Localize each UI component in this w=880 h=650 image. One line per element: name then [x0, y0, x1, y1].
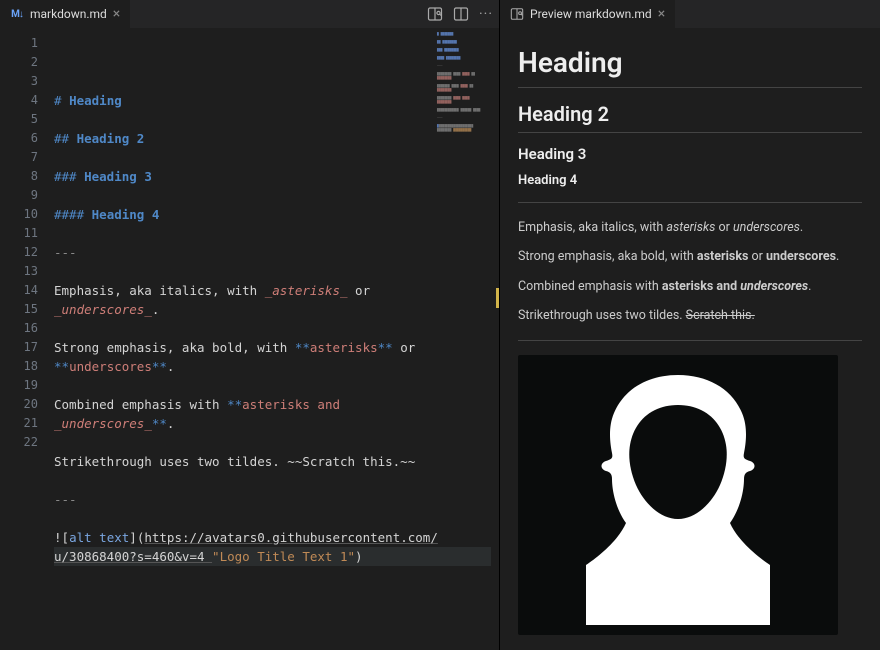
preview-h1: Heading	[518, 46, 862, 88]
code-line[interactable]	[54, 566, 491, 585]
code-line[interactable]	[54, 224, 491, 243]
preview-h3: Heading 3	[518, 145, 862, 163]
code-line[interactable]	[54, 186, 491, 205]
code-line[interactable]: #### Heading 4	[54, 205, 491, 224]
preview-tabbar: Preview markdown.md ×	[500, 0, 880, 28]
line-number-gutter: 12345678910111213141516171819202122	[0, 28, 48, 650]
code-line[interactable]	[54, 471, 491, 490]
open-preview-side-icon[interactable]	[427, 6, 443, 22]
close-icon[interactable]: ×	[113, 7, 120, 21]
preview-p-emphasis: Emphasis, aka italics, with asterisks or…	[518, 217, 862, 238]
code-line[interactable]: ![alt text](https://avatars0.githubuserc…	[54, 528, 491, 547]
preview-h4: Heading 4	[518, 173, 862, 188]
preview-p-strong: Strong emphasis, aka bold, with asterisk…	[518, 246, 862, 267]
code-line[interactable]: u/30868400?s=460&v=4 "Logo Title Text 1"…	[54, 547, 491, 566]
editor-body[interactable]: 12345678910111213141516171819202122 # He…	[0, 28, 499, 650]
code-line[interactable]: ---	[54, 490, 491, 509]
preview-icon	[510, 7, 524, 21]
editor-tab-markdown[interactable]: M↓ markdown.md ×	[0, 0, 131, 28]
close-icon[interactable]: ×	[658, 7, 665, 21]
code-line[interactable]: Combined emphasis with **asterisks and	[54, 395, 491, 414]
modified-line-glyph	[496, 288, 499, 308]
preview-body[interactable]: Heading Heading 2 Heading 3 Heading 4 Em…	[500, 28, 880, 650]
code-line[interactable]: Strong emphasis, aka bold, with **asteri…	[54, 338, 491, 357]
code-line[interactable]: _underscores_.	[54, 300, 491, 319]
preview-hr	[518, 340, 862, 341]
code-line[interactable]	[54, 148, 491, 167]
preview-image-avatar	[518, 355, 838, 635]
preview-tab-label: Preview markdown.md	[530, 7, 652, 21]
code-line[interactable]	[54, 262, 491, 281]
editor-actions: ···	[427, 0, 493, 28]
preview-h2: Heading 2	[518, 102, 862, 133]
code-line[interactable]	[54, 319, 491, 338]
editor-pane: M↓ markdown.md × ··· 1234567891011121314…	[0, 0, 500, 650]
code-line[interactable]: Strikethrough uses two tildes. ~~Scratch…	[54, 452, 491, 471]
markdown-file-icon: M↓	[10, 7, 24, 21]
split-editor-icon[interactable]	[453, 6, 469, 22]
code-line[interactable]: ## Heading 2	[54, 129, 491, 148]
code-line[interactable]: **underscores**.	[54, 357, 491, 376]
preview-hr	[518, 202, 862, 203]
code-line[interactable]: _underscores_**.	[54, 414, 491, 433]
code-line[interactable]: # Heading	[54, 91, 491, 110]
more-actions-icon[interactable]: ···	[479, 6, 493, 22]
code-line[interactable]	[54, 509, 491, 528]
editor-tabbar: M↓ markdown.md × ···	[0, 0, 499, 28]
preview-p-combined: Combined emphasis with asterisks and und…	[518, 276, 862, 297]
code-line[interactable]	[54, 110, 491, 129]
code-line[interactable]	[54, 433, 491, 452]
preview-tab[interactable]: Preview markdown.md ×	[500, 0, 676, 28]
code-line[interactable]: Emphasis, aka italics, with _asterisks_ …	[54, 281, 491, 300]
preview-pane: Preview markdown.md × Heading Heading 2 …	[500, 0, 880, 650]
editor-tab-label: markdown.md	[30, 7, 107, 21]
code-line[interactable]: ---	[54, 243, 491, 262]
code-line[interactable]	[54, 376, 491, 395]
code-line[interactable]: ### Heading 3	[54, 167, 491, 186]
preview-p-strike: Strikethrough uses two tildes. Scratch t…	[518, 305, 862, 326]
code-area[interactable]: # Heading ## Heading 2 ### Heading 3 ###…	[48, 28, 499, 650]
